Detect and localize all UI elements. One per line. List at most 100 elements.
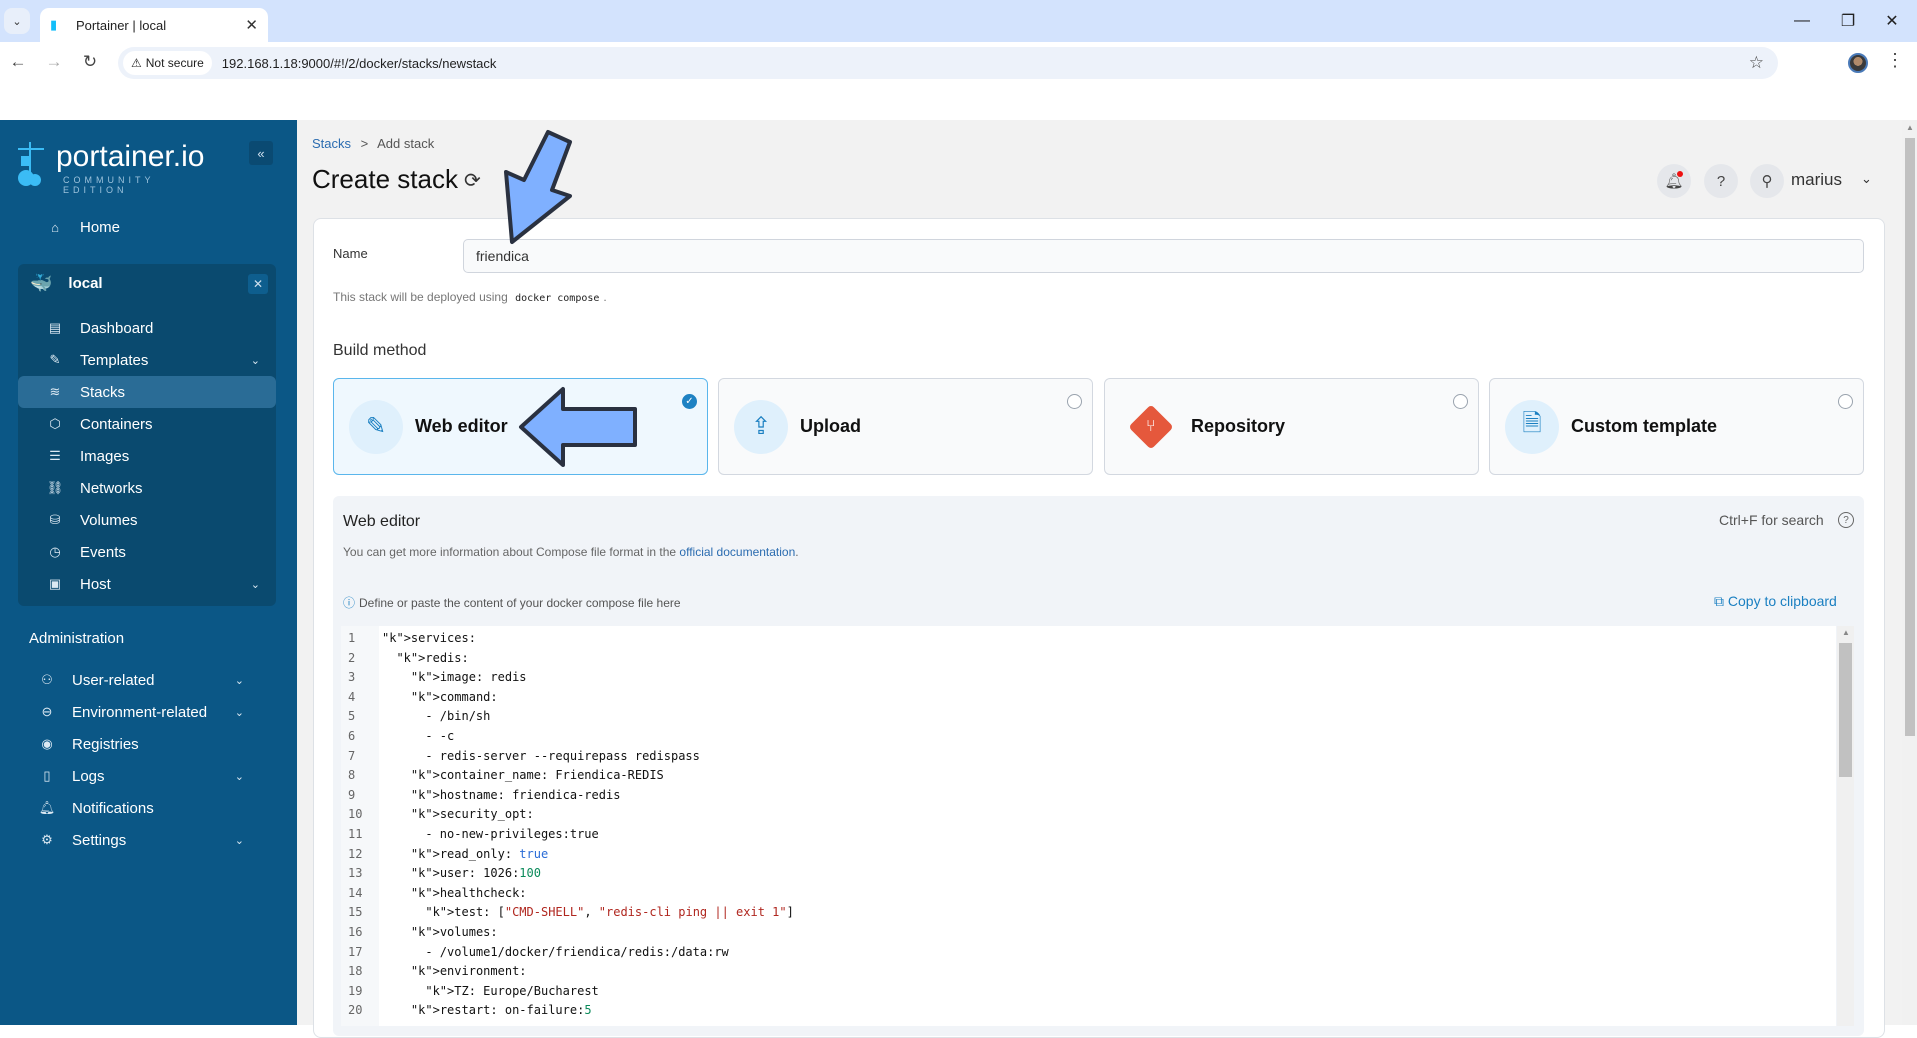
browser-menu-icon[interactable]: ⋮ [1886,50,1904,71]
code-line[interactable]: "k">services: [382,629,476,649]
help-icon[interactable]: ? [1838,512,1854,528]
copy-to-clipboard-button[interactable]: ⧉ Copy to clipboard [1714,593,1837,610]
sidebar-item-user-related[interactable]: ⚇ User-related ⌄ [10,664,268,696]
bookmark-star-icon[interactable]: ☆ [1749,53,1764,73]
copy-icon: ⧉ [1714,593,1724,609]
user-menu-chevron-icon[interactable]: ⌄ [1861,171,1872,187]
annotation-arrow-down-icon [504,130,572,244]
sidebar-item-registries[interactable]: ◉ Registries [10,728,268,760]
close-tab-icon[interactable]: ✕ [245,16,258,34]
sidebar-item-dashboard[interactable]: ▤ Dashboard [18,312,276,344]
radio[interactable] [1067,394,1082,409]
sidebar-item-containers[interactable]: ⬡ Containers [18,408,276,440]
brand-edition: COMMUNITY EDITION [63,175,155,195]
code-line[interactable]: "k">restart: on-failure:5 [382,1001,592,1021]
code-line[interactable]: "k">read_only: true [382,845,548,865]
code-line[interactable]: "k">healthcheck: [382,884,527,904]
sidebar-item-label: Templates [80,351,149,369]
tab-search-button[interactable]: ⌄ [4,8,30,34]
portainer-favicon-icon: ▮ [50,17,58,32]
reload-button[interactable]: ↻ [78,50,102,74]
build-method-repository[interactable]: ⑂ Repository [1104,378,1479,475]
sidebar-item-logs[interactable]: ▯ Logs ⌄ [10,760,268,792]
file-text-icon: 🗎 [1505,399,1559,454]
browser-tab[interactable]: ▮ Portainer | local ✕ [40,8,268,42]
profile-avatar[interactable] [1848,53,1868,73]
sidebar-item-notifications[interactable]: 🔔︎ Notifications [10,792,268,824]
username[interactable]: marius [1791,170,1842,190]
code-line[interactable]: "k">TZ: Europe/Bucharest [382,982,598,1002]
breadcrumb-stacks-link[interactable]: Stacks [312,136,351,151]
build-method-custom-template[interactable]: 🗎 Custom template [1489,378,1864,475]
build-method-label: Web editor [415,416,508,436]
line-number: 8 [348,768,356,783]
official-documentation-link[interactable]: official documentation [679,545,795,559]
box-icon: ⬡ [49,416,61,431]
sidebar-item-events[interactable]: ◷ Events [18,536,276,568]
network-icon: ⛓ [46,480,64,495]
notification-dot [1677,171,1683,177]
code-line[interactable]: "k">hostname: friendica-redis [382,786,621,806]
refresh-icon[interactable]: ⟳ [464,168,481,193]
code-line[interactable]: - /volume1/docker/friendica/redis:/data:… [382,943,728,963]
code-line[interactable]: - -c [382,727,454,747]
sidebar-item-label: Images [80,447,130,465]
help-button[interactable]: ? [1704,164,1738,198]
sidebar-item-environment-related[interactable]: ⊖ Environment-related ⌄ [10,696,268,728]
sidebar-item-stacks[interactable]: ≋ Stacks [18,376,276,408]
sidebar-item-templates[interactable]: ✎ Templates ⌄ [18,344,276,376]
code-line[interactable]: - redis-server --requirepass redispass [382,747,700,767]
database-icon: ⛁ [49,512,61,527]
editor-scrollbar[interactable]: ▲ [1837,626,1854,1026]
sidebar-item-host[interactable]: ▣ Host ⌄ [18,568,276,600]
build-method-upload[interactable]: ⇪ Upload [718,378,1093,475]
sidebar-item-networks[interactable]: ⛓ Networks [18,472,276,504]
build-method-label: Build method [333,342,427,359]
code-line[interactable]: - no-new-privileges:true [382,825,598,845]
portainer-logo[interactable]: portainer.io COMMUNITY EDITION [16,140,216,195]
maximize-button[interactable]: ❐ [1828,8,1868,34]
not-secure-badge[interactable]: ⚠ Not secure [123,51,212,75]
code-line[interactable]: "k">command: [382,688,498,708]
docker-whale-icon: 🐳 [30,272,53,293]
code-line[interactable]: "k">security_opt: [382,805,534,825]
build-method-label: Repository [1191,416,1286,436]
radio[interactable] [1453,394,1468,409]
forward-button[interactable]: → [42,50,66,74]
stack-name-input[interactable] [463,239,1864,273]
selected-radio[interactable]: ✓ [682,394,697,409]
collapse-sidebar-button[interactable]: « [249,141,273,165]
code-line[interactable]: "k">redis: [382,649,468,669]
sidebar-item-volumes[interactable]: ⛁ Volumes [18,504,276,536]
code-line[interactable]: - /bin/sh [382,707,490,727]
code-line[interactable]: "k">container_name: Friendica-REDIS [382,766,664,786]
code-line[interactable]: "k">test: ["CMD-SHELL", "redis-cli ping … [382,903,794,923]
sidebar-item-settings[interactable]: ⚙ Settings ⌄ [10,824,268,856]
breadcrumb-separator: > [360,136,369,151]
url-text[interactable]: 192.168.1.18:9000/#!/2/docker/stacks/new… [222,56,497,71]
address-bar[interactable]: ⚠ Not secure 192.168.1.18:9000/#!/2/docke… [118,47,1778,79]
code-line[interactable]: "k">environment: [382,962,527,982]
code-line[interactable]: "k">user: 1026:100 [382,864,541,884]
page-scrollbar[interactable]: ▲ [1902,120,1917,1025]
sidebar-item-images[interactable]: ☰ Images [18,440,276,472]
environment-header[interactable]: 🐳 local [18,267,276,299]
drive-icon: ⊖ [41,704,53,719]
sidebar-item-home[interactable]: ⌂ Home [18,211,276,243]
close-window-button[interactable]: ✕ [1872,8,1912,34]
code-line[interactable]: "k">image: redis [382,668,527,688]
line-number: 13 [348,866,363,881]
editor-info-text: You can get more information about Compo… [343,545,677,559]
user-avatar-button[interactable]: ⚲ [1750,164,1784,198]
sidebar-item-label: Environment-related [72,703,208,721]
sidebar-item-label: Home [80,218,121,236]
minimize-button[interactable]: — [1782,8,1822,34]
radio[interactable] [1838,394,1853,409]
back-button[interactable]: ← [6,50,30,74]
code-line[interactable]: "k">volumes: [382,923,498,943]
close-environment-button[interactable]: ✕ [248,274,268,294]
line-number: 15 [348,905,363,920]
notifications-button[interactable]: 🔔︎ [1657,164,1691,198]
build-method-label: Custom template [1571,416,1718,436]
sidebar-item-label: Networks [80,479,143,497]
